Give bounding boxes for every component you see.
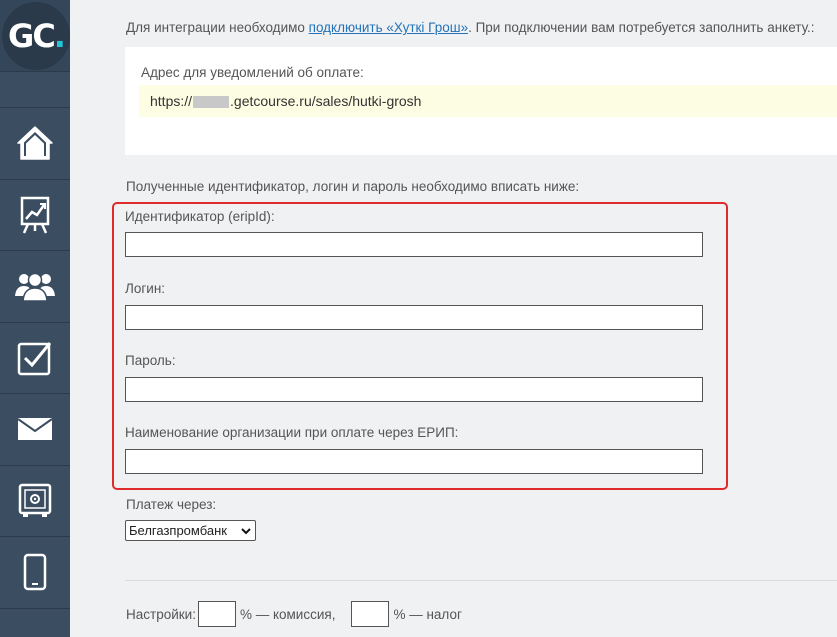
sidebar-item-users[interactable] [0, 251, 70, 323]
tax-input[interactable] [351, 601, 390, 627]
sidebar-item-reports[interactable] [0, 180, 70, 251]
url-suffix: .getcourse.ru/sales/hutki-grosh [230, 93, 422, 109]
notify-url-label: Адрес для уведомлений об оплате: [141, 65, 364, 80]
credentials-hint: Полученные идентификатор, логин и пароль… [126, 179, 580, 194]
checkbox-icon [17, 341, 52, 375]
sidebar-item-messages[interactable] [0, 394, 70, 466]
nav-spacer [0, 72, 70, 108]
erip-id-input[interactable] [125, 232, 703, 257]
section-divider [125, 580, 837, 581]
mail-icon [17, 418, 53, 441]
payment-bank-select[interactable]: Белгазпромбанк [125, 520, 256, 541]
sidebar-item-home[interactable] [0, 108, 70, 180]
erip-id-label: Идентификатор (eripId): [125, 209, 275, 224]
users-icon [15, 273, 55, 302]
intro-prefix: Для интеграции необходимо [126, 20, 309, 35]
password-input[interactable] [125, 377, 703, 402]
org-name-label: Наименование организации при оплате чере… [125, 425, 459, 440]
url-prefix: https:// [150, 93, 193, 109]
org-name-input[interactable] [125, 449, 703, 474]
main-content: Для интеграции необходимо подключить «Ху… [105, 0, 837, 637]
login-label: Логин: [125, 281, 166, 296]
commission-text: % — комиссия, [239, 606, 336, 622]
intro-suffix: . При подключении вам потребуется заполн… [468, 20, 815, 35]
sidebar-item-finance[interactable] [0, 466, 70, 537]
chart-board-icon [20, 196, 50, 234]
fee-settings-row: Настройки: % — комиссия, % — налог [126, 601, 462, 627]
redacted-subdomain [193, 96, 230, 109]
logo-text: GC [8, 17, 56, 55]
password-label: Пароль: [125, 353, 176, 368]
settings-label: Настройки: [126, 606, 196, 622]
tax-text: % — налог [393, 606, 462, 622]
connect-hutki-grosh-link[interactable]: подключить «Хуткі Грош» [309, 20, 468, 35]
integration-intro: Для интеграции необходимо подключить «Ху… [126, 20, 815, 35]
logo-cell: GC. [0, 0, 70, 72]
commission-input[interactable] [197, 601, 236, 627]
sidebar-item-tasks[interactable] [0, 323, 70, 394]
sidebar: GC. [0, 0, 70, 637]
safe-icon [18, 483, 52, 517]
home-icon [17, 126, 53, 160]
notify-url-value[interactable]: https:// .getcourse.ru/sales/hutki-grosh [139, 85, 837, 117]
chevron-down-icon [241, 528, 251, 535]
sidebar-item-mobile[interactable] [0, 537, 70, 609]
login-input[interactable] [125, 305, 703, 330]
logo-dot: . [53, 17, 66, 55]
payment-via-label: Платеж через: [126, 497, 217, 512]
mobile-icon [23, 554, 47, 591]
notify-url-box: Адрес для уведомлений об оплате: https:/… [125, 47, 837, 155]
logo[interactable]: GC. [2, 2, 70, 70]
payment-bank-value: Белгазпромбанк [129, 523, 227, 538]
